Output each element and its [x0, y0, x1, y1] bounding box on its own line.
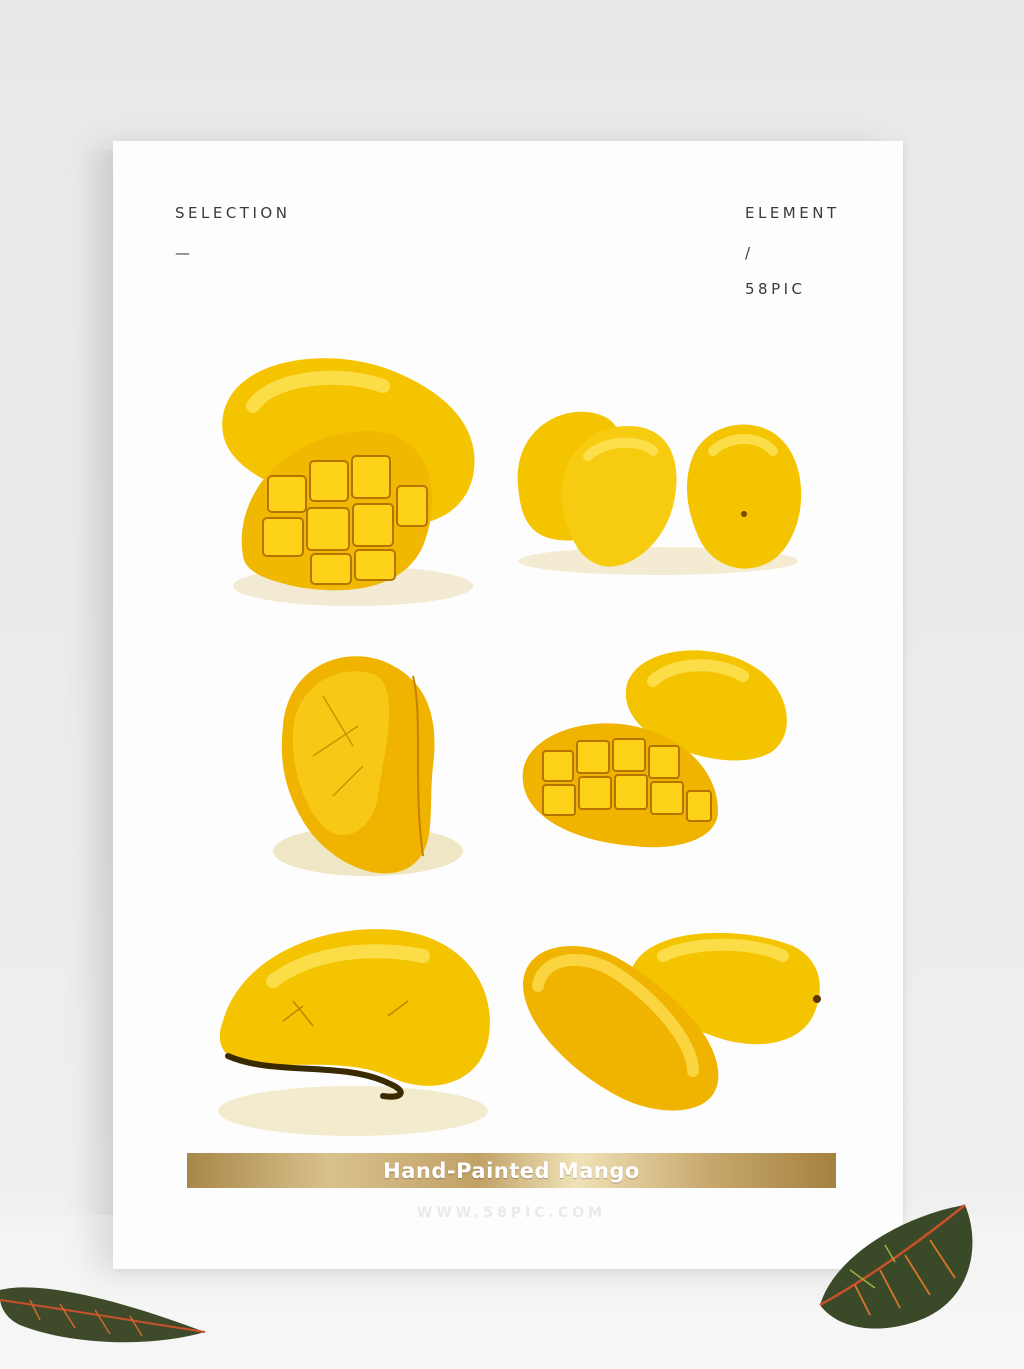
mango-illustration-cubed-and-whole-right: [513, 641, 813, 866]
croton-leaf-left: [0, 1270, 210, 1350]
selection-text: SELECTION: [175, 204, 291, 222]
mango-illustration-cubed-with-whole: [213, 346, 493, 611]
mango-illustration-two-halves: [513, 921, 828, 1121]
poster-card: SELECTION — ELEMENT / 58PIC Hand-Painted…: [113, 141, 903, 1269]
selection-label: SELECTION —: [175, 205, 290, 271]
poster-title: Hand-Painted Mango: [383, 1158, 640, 1183]
mango-illustration-large-whole: [203, 911, 503, 1141]
element-label: ELEMENT / 58PIC: [745, 205, 840, 307]
website-watermark: WWW.58PIC.COM: [416, 1205, 607, 1221]
selection-dash: —: [175, 244, 194, 262]
title-banner: Hand-Painted Mango: [187, 1153, 836, 1188]
mango-illustration-half-slice: [263, 636, 473, 886]
element-code: 58PIC: [745, 280, 806, 298]
mango-illustration-three-whole: [508, 396, 813, 581]
element-slash: /: [745, 244, 754, 262]
element-text: ELEMENT: [745, 204, 840, 222]
croton-leaf-right: [815, 1200, 980, 1340]
